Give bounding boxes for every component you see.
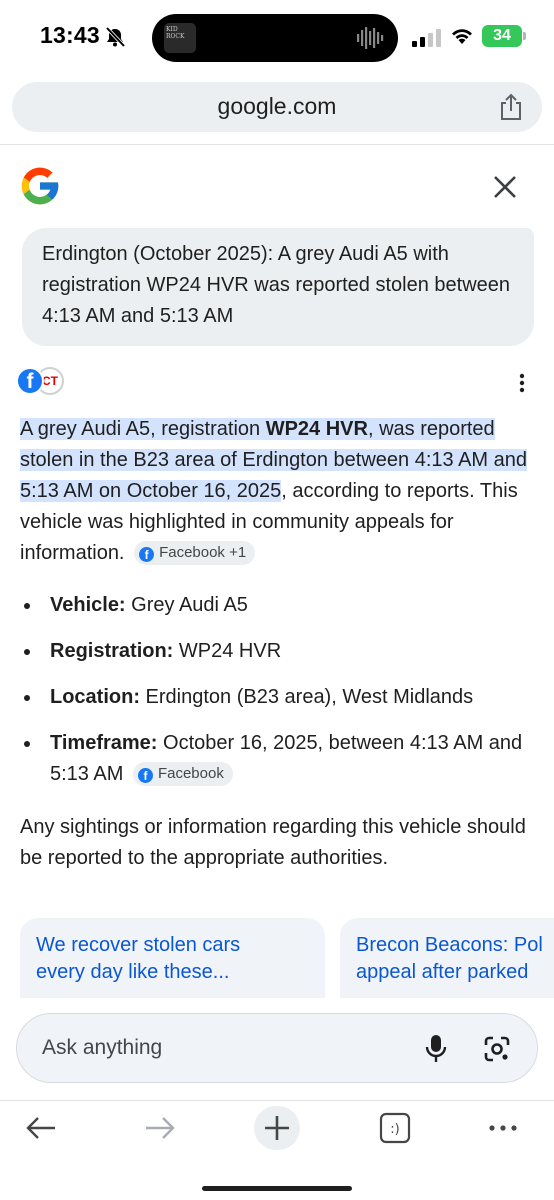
- share-icon[interactable]: [498, 93, 524, 121]
- related-link-card[interactable]: We recover stolen cars every day like th…: [20, 918, 325, 998]
- facebook-source-icon[interactable]: f: [16, 367, 44, 395]
- list-item-label: Timeframe:: [50, 732, 158, 754]
- microphone-icon[interactable]: [424, 1033, 448, 1065]
- wifi-icon: [452, 29, 472, 44]
- more-options-icon[interactable]: [512, 372, 532, 394]
- facebook-icon: f: [139, 547, 155, 562]
- battery-indicator: 34: [482, 25, 522, 47]
- dynamic-island[interactable]: KID ROCK: [152, 14, 398, 62]
- card-title-line-2[interactable]: every day like these...: [36, 959, 309, 986]
- cellular-signal-icon: [412, 29, 441, 47]
- ai-answer-summary: A grey Audi A5, registration WP24 HVR, w…: [20, 414, 540, 569]
- card-title-line-1[interactable]: Brecon Beacons: Pol: [356, 932, 554, 959]
- user-query-bubble: Erdington (October 2025): A grey Audi A5…: [22, 228, 534, 346]
- bell-off-icon: [105, 26, 126, 48]
- ask-input[interactable]: Ask anything: [16, 1013, 538, 1083]
- list-item-value: Erdington (B23 area), West Midlands: [140, 686, 474, 708]
- facebook-icon: f: [137, 768, 153, 783]
- plus-icon: [265, 1116, 289, 1140]
- list-item: Location: Erdington (B23 area), West Mid…: [20, 682, 540, 713]
- google-g-logo-icon: [21, 167, 59, 205]
- list-item: Registration: WP24 HVR: [20, 636, 540, 667]
- source-chip[interactable]: f Facebook: [132, 762, 233, 786]
- address-bar[interactable]: google.com: [12, 82, 542, 132]
- highlighted-text-1: A grey Audi A5, registration: [20, 418, 266, 440]
- list-item: Timeframe: October 16, 2025, between 4:1…: [20, 728, 540, 790]
- audio-waveform-icon: [357, 27, 384, 49]
- list-item-label: Location:: [50, 686, 140, 708]
- status-bar: 13:43 KID ROCK 34: [0, 0, 554, 76]
- google-lens-icon[interactable]: [483, 1035, 511, 1063]
- forward-arrow-icon[interactable]: [143, 1106, 177, 1150]
- list-item-value: Grey Audi A5: [125, 594, 248, 616]
- card-title-line-2[interactable]: appeal after parked: [356, 959, 554, 986]
- home-indicator: [202, 1186, 352, 1191]
- back-arrow-icon[interactable]: [24, 1106, 58, 1150]
- close-icon[interactable]: [490, 172, 520, 202]
- source-chip-label: Facebook +1: [159, 544, 247, 561]
- tab-switcher-icon[interactable]: :): [378, 1106, 412, 1150]
- battery-tip: [523, 32, 526, 40]
- now-playing-artwork: KID ROCK: [164, 23, 196, 53]
- artwork-text: KID ROCK: [166, 26, 185, 40]
- source-chip-label: Facebook: [157, 765, 224, 782]
- card-title-line-1[interactable]: We recover stolen cars: [36, 932, 309, 959]
- source-icons[interactable]: f CT: [16, 367, 66, 395]
- source-chip[interactable]: f Facebook +1: [134, 541, 256, 565]
- toolbar-divider: [0, 1100, 554, 1101]
- new-tab-button[interactable]: [254, 1106, 300, 1150]
- header-divider: [0, 144, 554, 145]
- list-item-label: Vehicle:: [50, 594, 126, 616]
- related-link-card[interactable]: Brecon Beacons: Pol appeal after parked: [340, 918, 554, 998]
- ask-placeholder[interactable]: Ask anything: [42, 1036, 162, 1060]
- tab-switcher-label: :): [390, 1122, 399, 1137]
- closing-paragraph: Any sightings or information regarding t…: [20, 816, 526, 869]
- more-menu-icon[interactable]: [486, 1106, 520, 1150]
- highlighted-registration: WP24 HVR: [265, 418, 368, 440]
- list-item: Vehicle: Grey Audi A5: [20, 590, 540, 621]
- list-item-value: WP24 HVR: [173, 640, 282, 662]
- list-item-label: Registration:: [50, 640, 174, 662]
- status-time: 13:43: [40, 22, 100, 48]
- url-text[interactable]: google.com: [12, 93, 542, 120]
- details-list: Vehicle: Grey Audi A5 Registration: WP24…: [20, 590, 540, 805]
